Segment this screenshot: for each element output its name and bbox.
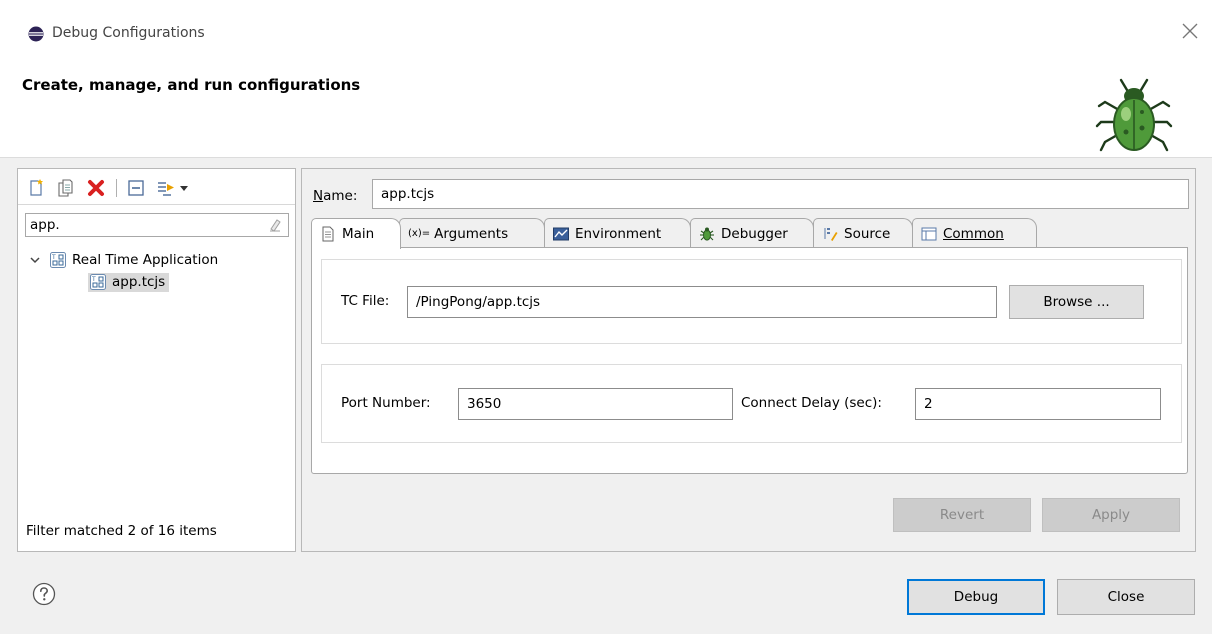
tree-item-real-time-application[interactable]: T Real Time Application [28,249,218,271]
name-input[interactable] [372,179,1189,209]
tab-label: Common [943,225,1004,242]
collapse-all-icon[interactable] [126,178,146,198]
tc-file-label: TC File: [341,293,390,309]
svg-text:T: T [51,254,56,261]
connect-delay-input[interactable] [915,388,1161,420]
real-time-application-icon: T [50,252,66,268]
revert-button[interactable]: Revert [893,498,1031,532]
tab-label: Arguments [434,225,509,242]
window-title: Debug Configurations [52,25,205,41]
tab-label: Debugger [721,225,788,242]
port-number-input[interactable] [458,388,733,420]
eclipse-icon [28,26,44,42]
filter-status-text: Filter matched 2 of 16 items [26,523,217,539]
tab-main[interactable]: Main [311,218,401,249]
tc-file-input[interactable] [407,286,997,318]
port-number-label: Port Number: [341,395,431,411]
filter-input[interactable] [26,214,246,236]
source-icon [824,227,838,241]
selected-tree-item[interactable]: T app.tcjs [88,272,170,292]
help-icon[interactable] [32,582,56,606]
title-bar: Debug Configurations [0,0,1212,58]
tab-environment[interactable]: Environment [544,218,691,248]
chevron-down-icon[interactable] [178,178,190,198]
tab-label: Source [844,225,891,242]
tab-source[interactable]: Source [813,218,913,248]
close-button[interactable]: Close [1057,579,1195,615]
configuration-list-pane: T Real Time Application T app.t [17,168,296,552]
dialog-body: T Real Time Application T app.t [0,158,1212,634]
duplicate-icon[interactable] [56,178,76,198]
apply-button[interactable]: Apply [1042,498,1180,532]
configuration-editor-pane: Name: Main (x)= Arguments [301,168,1196,552]
connection-group: Port Number: Connect Delay (sec): [321,364,1182,443]
toolbar-separator [116,179,117,197]
tree-item-label: Real Time Application [72,252,219,268]
close-icon[interactable] [1181,22,1199,40]
tab-label: Main [342,226,375,242]
debug-button[interactable]: Debug [907,579,1045,615]
chevron-down-icon[interactable] [28,253,42,267]
tab-debugger[interactable]: Debugger [690,218,814,248]
arguments-icon: (x)= [408,228,431,239]
tab-common[interactable]: Common [912,218,1037,248]
new-configuration-icon[interactable] [26,178,46,198]
tab-arguments[interactable]: (x)= Arguments [399,218,545,248]
tab-label: Environment [575,225,662,242]
delete-icon[interactable] [86,178,106,198]
configuration-toolbar [18,169,295,205]
tree-item-app-tcjs[interactable]: T app.tcjs [88,271,170,293]
common-icon [921,227,937,240]
clear-filter-icon[interactable] [268,218,282,232]
filter-field[interactable] [25,213,289,237]
header-banner: Create, manage, and run configurations [0,58,1212,158]
bug-icon [1095,78,1173,152]
banner-title: Create, manage, and run configurations [22,76,361,94]
name-label: Name: [313,188,358,204]
document-icon [322,226,334,242]
main-tab-content: TC File: Browse ... Port Number: Connect… [311,247,1188,474]
svg-text:T: T [91,276,96,283]
debugger-icon [700,227,714,240]
filter-icon[interactable] [156,178,176,198]
tc-file-group: TC File: Browse ... [321,259,1182,344]
tree-item-label: app.tcjs [112,273,166,290]
environment-icon [553,227,569,240]
browse-button[interactable]: Browse ... [1009,285,1144,319]
connect-delay-label: Connect Delay (sec): [741,395,882,411]
real-time-application-icon: T [90,273,106,290]
